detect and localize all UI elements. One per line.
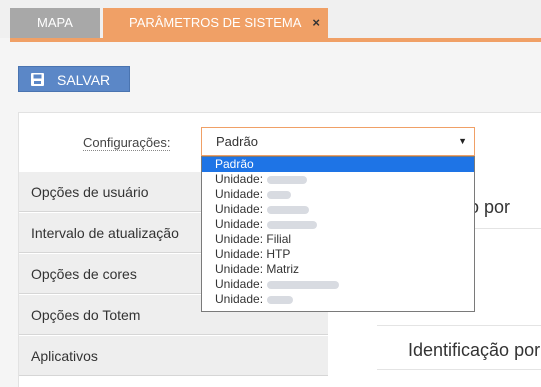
dropdown-option[interactable]: Unidade: Filial [202, 232, 474, 247]
dropdown-option[interactable]: Unidade: HTP [202, 247, 474, 262]
redacted-text [267, 280, 340, 289]
save-icon [31, 73, 44, 86]
nav-item-label: Opções do Totem [31, 307, 141, 323]
config-label: Configurações: [83, 135, 171, 151]
nav-item-aplicativos[interactable]: Aplicativos [19, 336, 328, 376]
dropdown-option[interactable]: Unidade: [202, 172, 474, 187]
dropdown-option-label: Unidade: [215, 187, 264, 201]
chevron-down-icon: ▼ [458, 136, 467, 146]
tab-mapa[interactable]: MAPA [10, 8, 100, 38]
dropdown-option[interactable]: Unidade: [202, 292, 474, 307]
nav-item-label: Intervalo de atualização [31, 225, 179, 241]
redacted-text [267, 295, 294, 304]
tab-parametros-sistema[interactable]: PARÂMETROS DE SISTEMA × [103, 8, 328, 38]
dropdown-option-label: Padrão [215, 157, 254, 171]
dropdown-option[interactable]: Unidade: [202, 217, 474, 232]
config-dropdown-list: Padrão Unidade: Unidade: Unidade: Unidad… [201, 156, 475, 312]
save-button-label: SALVAR [57, 72, 111, 88]
save-button[interactable]: SALVAR [18, 66, 130, 92]
tab-parametros-label: PARÂMETROS DE SISTEMA [129, 15, 302, 30]
dropdown-option-label: Unidade: [215, 202, 264, 216]
dropdown-option[interactable]: Unidade: [202, 187, 474, 202]
dropdown-option-label: Unidade: [215, 172, 264, 186]
redacted-text [267, 175, 308, 184]
redacted-text [267, 205, 310, 214]
dropdown-option-label: Unidade: [215, 292, 264, 306]
nav-item-label: Opções de usuário [31, 184, 149, 200]
dropdown-option[interactable]: Unidade: Matriz [202, 262, 474, 277]
config-select-value: Padrão [216, 134, 258, 149]
dropdown-option-label: Unidade: [215, 217, 264, 231]
tab-bar: MAPA PARÂMETROS DE SISTEMA × [0, 0, 541, 38]
dropdown-option[interactable]: Unidade: [202, 277, 474, 292]
redacted-text [267, 220, 318, 229]
dropdown-option-label: Unidade: HTP [215, 247, 291, 261]
section-divider [377, 325, 541, 326]
section-heading-identificacao-2: Identificação por [408, 340, 541, 360]
tab-underline [10, 38, 541, 42]
dropdown-option[interactable]: Padrão [202, 157, 474, 172]
redacted-text [267, 190, 292, 199]
dropdown-option-label: Unidade: Filial [215, 232, 292, 246]
nav-item-label: Opções de cores [31, 266, 137, 282]
section-divider [377, 369, 541, 370]
tab-mapa-label: MAPA [37, 15, 73, 30]
dropdown-option-label: Unidade: [215, 277, 264, 291]
nav-item-label: Aplicativos [31, 348, 98, 364]
close-icon[interactable]: × [312, 8, 320, 38]
dropdown-option[interactable]: Unidade: [202, 202, 474, 217]
dropdown-option-label: Unidade: Matriz [215, 262, 300, 276]
config-select[interactable]: Padrão ▼ [201, 127, 475, 156]
